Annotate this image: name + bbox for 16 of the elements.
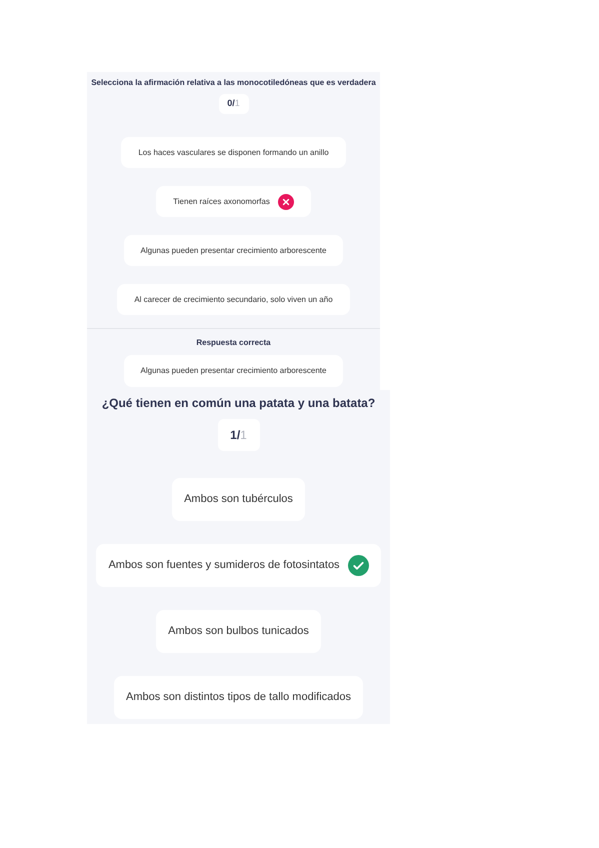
answer-option[interactable]: Algunas pueden presentar crecimiento arborescente	[124, 235, 344, 266]
answer-option[interactable]: Tienen raíces axonomorfas	[156, 186, 311, 217]
answer-option[interactable]: Ambos son distintos tipos de tallo modificados	[114, 676, 363, 719]
answer-option[interactable]: Los haces vasculares se disponen formando un anillo	[121, 137, 346, 168]
correct-answer: Algunas pueden presentar crecimiento arborescente	[124, 355, 344, 387]
correct-heading: Respuesta correcta	[196, 337, 271, 349]
score-total: 1	[234, 97, 240, 110]
answer-option[interactable]: Ambos son tubérculos	[172, 478, 305, 521]
score-total: 1	[240, 427, 247, 444]
answer-option[interactable]: Ambos son bulbos tunicados	[156, 610, 321, 653]
answer-option[interactable]: Al carecer de crecimiento secundario, solo viven un año	[117, 284, 350, 315]
score-text: 0/	[227, 97, 235, 110]
answer-option[interactable]: Ambos son fuentes y sumideros de fotosintatos	[96, 544, 381, 587]
score-text: 1/	[230, 427, 240, 444]
question-text: Selecciona la afirmación relativa a las monocotiledóneas que es verdadera	[91, 77, 376, 89]
question-text: ¿Qué tienen en común una patata y una batata?	[102, 395, 376, 412]
